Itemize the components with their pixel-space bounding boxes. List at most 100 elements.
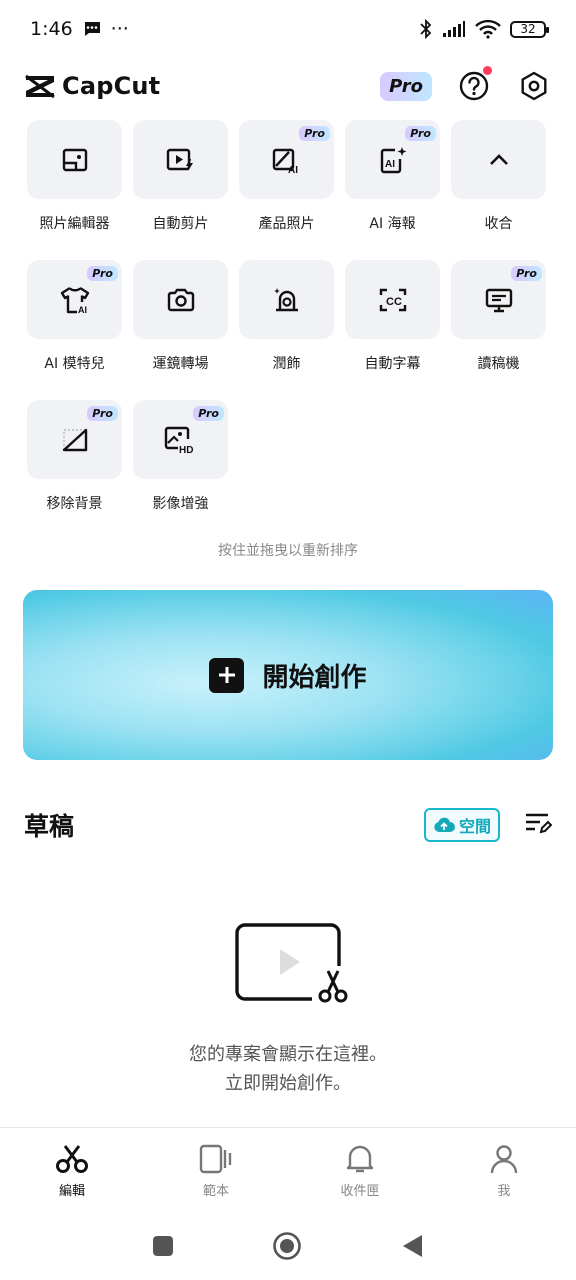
edit-list-icon bbox=[526, 813, 553, 834]
tool-tile[interactable] bbox=[451, 120, 546, 199]
battery-level: 32 bbox=[520, 22, 536, 36]
nav-label: 我 bbox=[497, 1184, 511, 1199]
tool-label: 自動剪片 bbox=[152, 216, 209, 232]
tool-teleprompter[interactable]: Pro 讀稿機 bbox=[451, 260, 546, 400]
tool-remove-background[interactable]: Pro 移除背景 bbox=[27, 400, 122, 540]
video-scissors-icon bbox=[235, 923, 352, 1006]
status-more: ··· bbox=[110, 18, 129, 40]
system-navigation-bar bbox=[0, 1218, 576, 1274]
bluetooth-icon bbox=[420, 19, 432, 39]
tool-photo-editor[interactable]: 照片編輯器 bbox=[27, 120, 122, 260]
start-creating-button[interactable]: 開始創作 bbox=[23, 590, 553, 760]
pro-badge: Pro bbox=[299, 126, 330, 141]
svg-text:AI: AI bbox=[78, 305, 87, 315]
tool-label: AI 模特兒 bbox=[44, 356, 105, 372]
tool-tile[interactable]: CC bbox=[345, 260, 440, 339]
app-header: CapCut Pro bbox=[0, 58, 576, 114]
remove-bg-icon bbox=[62, 428, 88, 452]
tool-ai-model[interactable]: Pro AI AI 模特兒 bbox=[27, 260, 122, 400]
tool-tile[interactable] bbox=[133, 120, 228, 199]
svg-text:CC: CC bbox=[386, 296, 402, 308]
tool-label: 產品照片 bbox=[258, 216, 315, 232]
pro-badge: Pro bbox=[87, 266, 118, 281]
capcut-logo: CapCut bbox=[24, 72, 160, 100]
nav-inbox[interactable]: 收件匣 bbox=[288, 1128, 432, 1211]
nav-edit[interactable]: 編輯 bbox=[0, 1128, 144, 1211]
nav-templates[interactable]: 範本 bbox=[144, 1128, 288, 1211]
tool-label: 收合 bbox=[484, 216, 513, 232]
drafts-header: 草稿 空間 bbox=[24, 800, 553, 850]
home-button[interactable] bbox=[272, 1231, 302, 1261]
tool-tile[interactable]: Pro bbox=[451, 260, 546, 339]
settings-icon bbox=[521, 71, 547, 101]
teleprompter-icon bbox=[485, 288, 512, 312]
nav-label: 範本 bbox=[202, 1184, 229, 1199]
tool-auto-captions[interactable]: CC 自動字幕 bbox=[345, 260, 440, 400]
photo-editor-icon bbox=[62, 148, 87, 171]
scissors-icon bbox=[56, 1145, 88, 1173]
tool-tile[interactable]: Pro AI bbox=[345, 120, 440, 199]
tool-label: 運鏡轉場 bbox=[152, 356, 209, 372]
status-bar: 1:46 ··· 32 bbox=[0, 0, 576, 58]
back-button[interactable] bbox=[400, 1233, 424, 1259]
drafts-title: 草稿 bbox=[24, 812, 75, 841]
empty-drafts-line2: 立即開始創作。 bbox=[225, 1073, 351, 1094]
tool-tile[interactable] bbox=[239, 260, 334, 339]
ai-model-icon: AI bbox=[60, 286, 89, 315]
ai-poster-icon: AI bbox=[380, 146, 406, 173]
manage-drafts-button[interactable] bbox=[524, 811, 553, 839]
tool-label: 讀稿機 bbox=[477, 356, 520, 372]
pro-badge: Pro bbox=[405, 126, 436, 141]
tool-label: 自動字幕 bbox=[364, 356, 421, 372]
camera-icon bbox=[167, 288, 194, 311]
chevron-up-icon bbox=[489, 153, 508, 165]
tool-tile[interactable]: Pro HD bbox=[133, 400, 228, 479]
cloud-upload-icon bbox=[434, 817, 455, 832]
notification-dot bbox=[483, 66, 492, 75]
reorder-hint: 按住並拖曳以重新排序 bbox=[218, 543, 358, 559]
tool-label: 照片編輯器 bbox=[39, 216, 110, 232]
wifi-icon bbox=[475, 19, 501, 39]
tool-ai-poster[interactable]: Pro AI AI 海報 bbox=[345, 120, 440, 260]
capcut-logo-icon bbox=[25, 74, 55, 99]
svg-text:AI: AI bbox=[288, 165, 298, 174]
retouch-icon bbox=[273, 287, 298, 311]
captions-icon: CC bbox=[379, 288, 406, 311]
tool-tile[interactable] bbox=[133, 260, 228, 339]
plus-icon bbox=[209, 657, 245, 693]
svg-text:HD: HD bbox=[179, 445, 193, 455]
recents-button[interactable] bbox=[152, 1235, 174, 1257]
tool-product-photo[interactable]: Pro AI 產品照片 bbox=[239, 120, 334, 260]
tool-retouch[interactable]: 潤飾 bbox=[239, 260, 334, 400]
tool-label: 移除背景 bbox=[46, 496, 103, 512]
tool-tile[interactable]: Pro AI bbox=[27, 260, 122, 339]
tool-tile[interactable]: Pro bbox=[27, 400, 122, 479]
nav-label: 編輯 bbox=[58, 1184, 85, 1199]
status-time: 1:46 bbox=[30, 18, 73, 40]
cloud-space-label: 空間 bbox=[458, 817, 491, 836]
cloud-space-button[interactable]: 空間 bbox=[423, 808, 500, 842]
tool-label: 影像增強 bbox=[152, 496, 209, 512]
battery-icon: 32 bbox=[510, 20, 549, 38]
pro-badge: Pro bbox=[511, 266, 542, 281]
tool-tile[interactable] bbox=[27, 120, 122, 199]
nav-profile[interactable]: 我 bbox=[432, 1128, 576, 1211]
template-icon bbox=[199, 1144, 232, 1174]
tool-camera-transition[interactable]: 運鏡轉場 bbox=[133, 260, 228, 400]
hd-enhance-icon: HD bbox=[164, 426, 193, 455]
tool-tile[interactable]: Pro AI bbox=[239, 120, 334, 199]
auto-cut-icon bbox=[166, 148, 193, 171]
tool-auto-cut[interactable]: 自動剪片 bbox=[133, 120, 228, 260]
settings-button[interactable] bbox=[516, 68, 552, 104]
empty-drafts-message: 您的專案會顯示在這裡。 立即開始創作。 bbox=[0, 1040, 576, 1098]
empty-drafts-line1: 您的專案會顯示在這裡。 bbox=[189, 1044, 387, 1065]
start-creating-label: 開始創作 bbox=[262, 662, 367, 693]
tool-label: AI 海報 bbox=[369, 216, 416, 232]
pro-button[interactable]: Pro bbox=[380, 71, 432, 101]
tool-image-enhance[interactable]: Pro HD 影像增強 bbox=[133, 400, 228, 540]
tools-grid: 照片編輯器 自動剪片 Pro AI 產品照片 Pro AI AI 海報 收合 P… bbox=[27, 120, 551, 540]
empty-drafts-illustration bbox=[234, 922, 352, 1010]
tool-collapse[interactable]: 收合 bbox=[451, 120, 546, 260]
bell-icon bbox=[346, 1145, 374, 1173]
help-button[interactable] bbox=[456, 66, 492, 104]
